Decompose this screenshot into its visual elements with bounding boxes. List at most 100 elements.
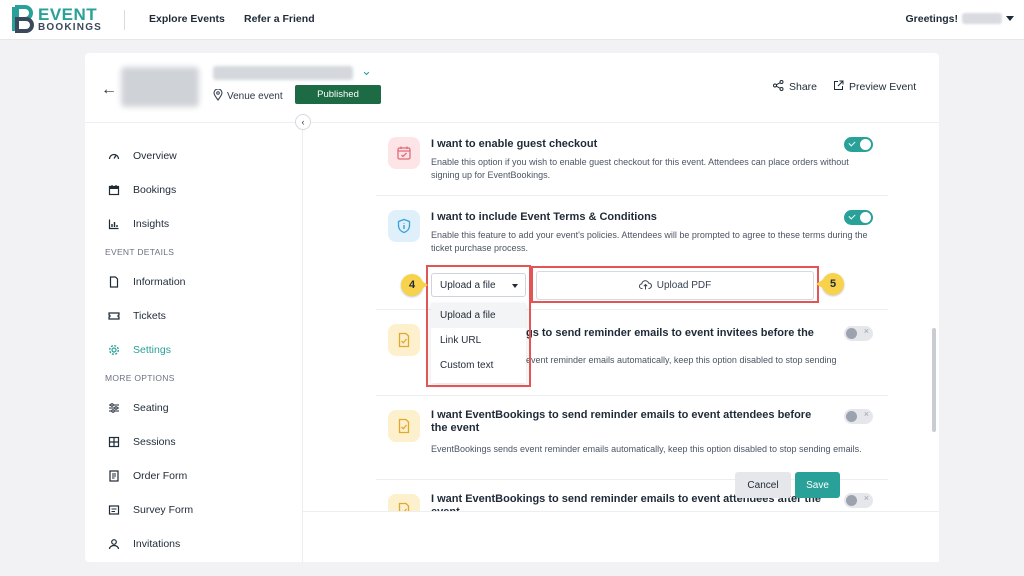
venue-label: Venue event — [227, 91, 283, 102]
sidebar-item-order-form[interactable]: Order Form — [107, 469, 187, 483]
nav-explore-events[interactable]: Explore Events — [149, 13, 225, 25]
share-icon — [773, 80, 784, 94]
sidebar-item-information[interactable]: Information — [107, 275, 186, 289]
vertical-scrollbar[interactable] — [932, 328, 936, 432]
back-arrow-icon[interactable]: ← — [101, 81, 117, 99]
gear-icon — [107, 343, 121, 357]
select-value: Upload a file — [440, 279, 496, 291]
eventbookings-logo[interactable]: EVENT BOOKINGS — [10, 5, 102, 33]
terms-conditions-toggle[interactable] — [844, 210, 873, 225]
callout-badge-4-pointer — [420, 280, 428, 290]
terms-source-select[interactable]: Upload a file — [431, 273, 526, 297]
user-name-redacted[interactable] — [962, 13, 1002, 24]
attendee-reminder-before-toggle[interactable] — [844, 409, 873, 424]
sidebar-item-survey-form[interactable]: Survey Form — [107, 503, 193, 517]
setting-title: gs to send reminder emails to event invi… — [526, 327, 814, 339]
event-header: ← ⌄ Venue event Published Share Preview … — [85, 53, 939, 123]
sidebar-item-sessions[interactable]: Sessions — [107, 435, 176, 449]
option-custom-text[interactable]: Custom text — [431, 353, 526, 378]
document-check-icon — [388, 410, 420, 442]
callout-badge-5-pointer — [816, 279, 824, 289]
setting-description: EventBookings sends event reminder email… — [431, 444, 862, 454]
nav-refer-friend[interactable]: Refer a Friend — [244, 13, 315, 25]
setting-attendee-reminder-before: I want EventBookings to send reminder em… — [376, 395, 888, 479]
option-link-url[interactable]: Link URL — [431, 328, 526, 353]
settings-panel: I want to enable guest checkout Enable t… — [303, 123, 939, 511]
setting-title: I want EventBookings to send reminder em… — [431, 409, 812, 434]
action-footer — [303, 511, 939, 562]
shield-info-icon — [388, 210, 420, 242]
sidebar-item-settings[interactable]: Settings — [107, 343, 171, 357]
location-pin-icon — [213, 88, 223, 104]
sidebar-item-label: Bookings — [133, 184, 177, 196]
sidebar-item-label: Overview — [133, 150, 177, 162]
upload-pdf-button[interactable]: Upload PDF — [536, 271, 814, 300]
sidebar: Overview Bookings Insights EVENT DETAILS… — [85, 123, 303, 562]
preview-label: Preview Event — [849, 81, 917, 93]
save-button[interactable]: Save — [795, 472, 840, 498]
setting-title: I want to enable guest checkout — [431, 138, 598, 150]
sidebar-item-label: Order Form — [133, 470, 188, 482]
invitee-reminder-toggle[interactable] — [844, 326, 873, 341]
setting-title: I want to include Event Terms & Conditio… — [431, 211, 657, 223]
setting-description: Enable this option if you wish to enable… — [431, 157, 849, 180]
logo-mark-icon — [10, 5, 36, 33]
event-switch-chevron-icon[interactable]: ⌄ — [361, 63, 372, 79]
sidebar-section-more-options: MORE OPTIONS — [105, 373, 175, 383]
document-check-icon — [388, 324, 420, 356]
user-menu-caret-icon[interactable] — [1006, 16, 1014, 21]
sidebar-item-bookings[interactable]: Bookings — [107, 183, 176, 197]
upload-pdf-label: Upload PDF — [656, 280, 712, 291]
sidebar-section-event-details: EVENT DETAILS — [105, 247, 175, 257]
sidebar-item-seating[interactable]: Seating — [107, 401, 169, 415]
attendee-reminder-after-toggle[interactable] — [844, 493, 873, 508]
greeting-text: Greetings! — [905, 13, 958, 25]
nav-divider — [124, 10, 125, 30]
sidebar-item-label: Seating — [133, 402, 169, 414]
sidebar-item-label: Invitations — [133, 538, 181, 550]
share-button[interactable]: Share — [773, 80, 817, 94]
setting-description: event reminder emails automatically, kee… — [526, 355, 837, 365]
option-upload-file[interactable]: Upload a file — [431, 303, 526, 328]
published-status-badge[interactable]: Published — [295, 85, 381, 104]
collapse-sidebar-chevron-icon[interactable]: ‹ — [295, 114, 311, 130]
calendar-icon — [107, 183, 121, 197]
ticket-icon — [107, 309, 121, 323]
sidebar-item-label: Information — [133, 276, 186, 288]
sidebar-item-label: Insights — [133, 218, 170, 230]
sidebar-item-invitations[interactable]: Invitations — [107, 537, 180, 551]
preview-event-button[interactable]: Preview Event — [833, 80, 916, 94]
event-thumbnail — [121, 67, 199, 107]
share-label: Share — [789, 81, 818, 93]
sidebar-item-overview[interactable]: Overview — [107, 149, 177, 163]
form-icon — [107, 469, 121, 483]
setting-description: Enable this feature to add your event's … — [431, 230, 868, 253]
setting-guest-checkout: I want to enable guest checkout Enable t… — [376, 123, 888, 195]
sidebar-item-label: Survey Form — [133, 504, 194, 516]
guest-checkout-toggle[interactable] — [844, 137, 873, 152]
terms-source-dropdown: Upload a file Link URL Custom text — [431, 303, 526, 383]
logo-text-bookings: BOOKINGS — [38, 21, 103, 33]
sidebar-item-tickets[interactable]: Tickets — [107, 309, 166, 323]
logo-text-event: EVENT — [38, 4, 98, 24]
bar-chart-icon — [107, 217, 121, 231]
user-icon — [107, 537, 121, 551]
callout-badge-5: 5 — [822, 273, 844, 295]
speedometer-icon — [107, 149, 121, 163]
calendar-check-icon — [388, 137, 420, 169]
top-navbar: EVENT BOOKINGS Explore Events Refer a Fr… — [0, 0, 1024, 40]
sidebar-item-insights[interactable]: Insights — [107, 217, 169, 231]
cloud-upload-icon — [638, 279, 652, 293]
document-check-icon — [388, 494, 420, 511]
sidebar-item-label: Settings — [133, 344, 171, 356]
sidebar-item-label: Tickets — [133, 310, 166, 322]
venue-type: Venue event — [213, 88, 283, 104]
document-icon — [107, 275, 121, 289]
external-link-icon — [833, 80, 844, 94]
grid-icon — [107, 435, 121, 449]
sidebar-item-label: Sessions — [133, 436, 176, 448]
cancel-button[interactable]: Cancel — [735, 472, 791, 498]
event-title-redacted — [213, 66, 353, 80]
survey-icon — [107, 503, 121, 517]
sliders-icon — [107, 401, 121, 415]
